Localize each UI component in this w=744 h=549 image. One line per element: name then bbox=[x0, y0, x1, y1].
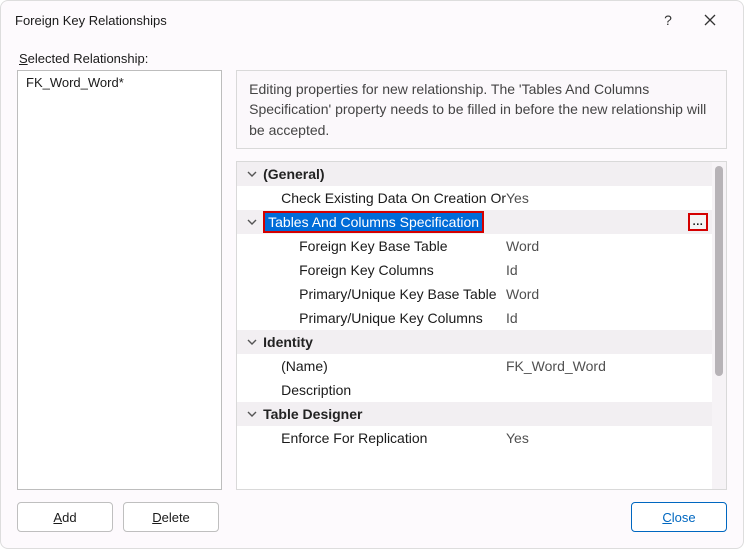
dialog-body: Selected Relationship: FK_Word_Word* Edi… bbox=[1, 39, 743, 490]
prop-check-existing[interactable]: Check Existing Data On Creation Or Yes bbox=[237, 186, 712, 210]
dialog-window: Foreign Key Relationships ? Selected Rel… bbox=[0, 0, 744, 549]
prop-pk-base-table[interactable]: Primary/Unique Key Base Table Word bbox=[237, 282, 712, 306]
selected-highlight: Tables And Columns Specification bbox=[263, 211, 484, 233]
prop-fk-columns[interactable]: Foreign Key Columns Id bbox=[237, 258, 712, 282]
prop-enforce-replication[interactable]: Enforce For Replication Yes bbox=[237, 426, 712, 450]
dialog-footer: Add Delete Close bbox=[1, 490, 743, 548]
close-icon[interactable] bbox=[689, 6, 731, 34]
right-panel: Editing properties for new relationship.… bbox=[236, 70, 727, 490]
category-table-designer[interactable]: Table Designer bbox=[237, 402, 712, 426]
prop-pk-columns[interactable]: Primary/Unique Key Columns Id bbox=[237, 306, 712, 330]
chevron-down-icon[interactable] bbox=[243, 409, 261, 419]
prop-fk-base-table[interactable]: Foreign Key Base Table Word bbox=[237, 234, 712, 258]
prop-name[interactable]: (Name) FK_Word_Word bbox=[237, 354, 712, 378]
add-button[interactable]: Add bbox=[17, 502, 113, 532]
chevron-down-icon[interactable] bbox=[243, 217, 261, 227]
chevron-down-icon[interactable] bbox=[243, 169, 261, 179]
close-button[interactable]: Close bbox=[631, 502, 727, 532]
category-identity[interactable]: Identity bbox=[237, 330, 712, 354]
main-area: FK_Word_Word* Editing properties for new… bbox=[17, 70, 727, 490]
help-icon[interactable]: ? bbox=[647, 6, 689, 34]
selected-relationship-label: Selected Relationship: bbox=[19, 51, 727, 66]
window-title: Foreign Key Relationships bbox=[15, 13, 647, 28]
category-general[interactable]: (General) bbox=[237, 162, 712, 186]
scrollbar-thumb[interactable] bbox=[715, 166, 723, 376]
property-grid-rows: (General) Check Existing Data On Creatio… bbox=[237, 162, 712, 489]
ellipsis-button[interactable]: ... bbox=[688, 213, 708, 231]
relationship-listbox[interactable]: FK_Word_Word* bbox=[17, 70, 222, 490]
titlebar: Foreign Key Relationships ? bbox=[1, 1, 743, 39]
property-grid[interactable]: (General) Check Existing Data On Creatio… bbox=[236, 161, 727, 490]
delete-button[interactable]: Delete bbox=[123, 502, 219, 532]
prop-tables-columns-spec[interactable]: Tables And Columns Specification ... bbox=[237, 210, 712, 234]
prop-description[interactable]: Description bbox=[237, 378, 712, 402]
description-panel: Editing properties for new relationship.… bbox=[236, 70, 727, 149]
scrollbar[interactable] bbox=[712, 162, 726, 489]
list-item[interactable]: FK_Word_Word* bbox=[20, 73, 219, 92]
chevron-down-icon[interactable] bbox=[243, 337, 261, 347]
